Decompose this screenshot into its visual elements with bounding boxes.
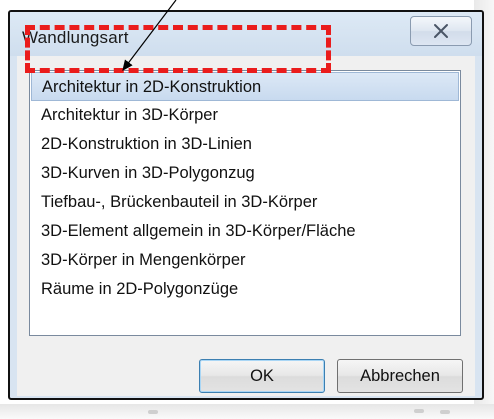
list-item-label: Räume in 2D-Polygonzüge: [41, 280, 239, 298]
list-item-label: Architektur in 3D-Körper: [41, 106, 218, 124]
list-item[interactable]: Architektur in 3D-Körper: [31, 101, 459, 130]
list-item[interactable]: 3D-Kurven in 3D-Polygonzug: [31, 159, 459, 188]
close-button[interactable]: [410, 16, 472, 46]
close-icon: [434, 24, 448, 38]
screenshot-stage: Wandlungsart Architektur in 2D-Konstrukt…: [0, 0, 494, 419]
list-item-label: 3D-Kurven in 3D-Polygonzug: [41, 164, 255, 182]
list-item[interactable]: 2D-Konstruktion in 3D-Linien: [31, 130, 459, 159]
list-item[interactable]: 3D-Körper in Mengenkörper: [31, 246, 459, 275]
list-item-label: 3D-Element allgemein in 3D-Körper/Fläche: [41, 222, 356, 240]
background-mark: [440, 410, 450, 414]
list-item[interactable]: Räume in 2D-Polygonzüge: [31, 275, 459, 304]
dialog-titlebar[interactable]: Wandlungsart: [10, 12, 482, 56]
list-item-label: Architektur in 2D-Konstruktion: [42, 78, 262, 96]
background-mark: [414, 409, 424, 413]
list-item[interactable]: 3D-Element allgemein in 3D-Körper/Fläche: [31, 217, 459, 246]
dialog-title: Wandlungsart: [22, 28, 129, 47]
list-item-label: 2D-Konstruktion in 3D-Linien: [41, 135, 252, 153]
conversion-type-dialog: Wandlungsart Architektur in 2D-Konstrukt…: [8, 10, 484, 400]
list-item[interactable]: Tiefbau-, Brückenbauteil in 3D-Körper: [31, 188, 459, 217]
dialog-client-area: Architektur in 2D-Konstruktion Architekt…: [17, 56, 475, 396]
cancel-button[interactable]: Abbrechen: [337, 359, 463, 393]
list-item[interactable]: Architektur in 2D-Konstruktion: [31, 72, 459, 101]
background-mark: [148, 410, 158, 414]
list-item-label: Tiefbau-, Brückenbauteil in 3D-Körper: [41, 193, 318, 211]
conversion-type-list[interactable]: Architektur in 2D-Konstruktion Architekt…: [29, 70, 461, 336]
ok-button[interactable]: OK: [199, 359, 325, 393]
list-item-label: 3D-Körper in Mengenkörper: [41, 251, 246, 269]
dialog-button-bar: OK Abbrechen: [17, 348, 475, 396]
